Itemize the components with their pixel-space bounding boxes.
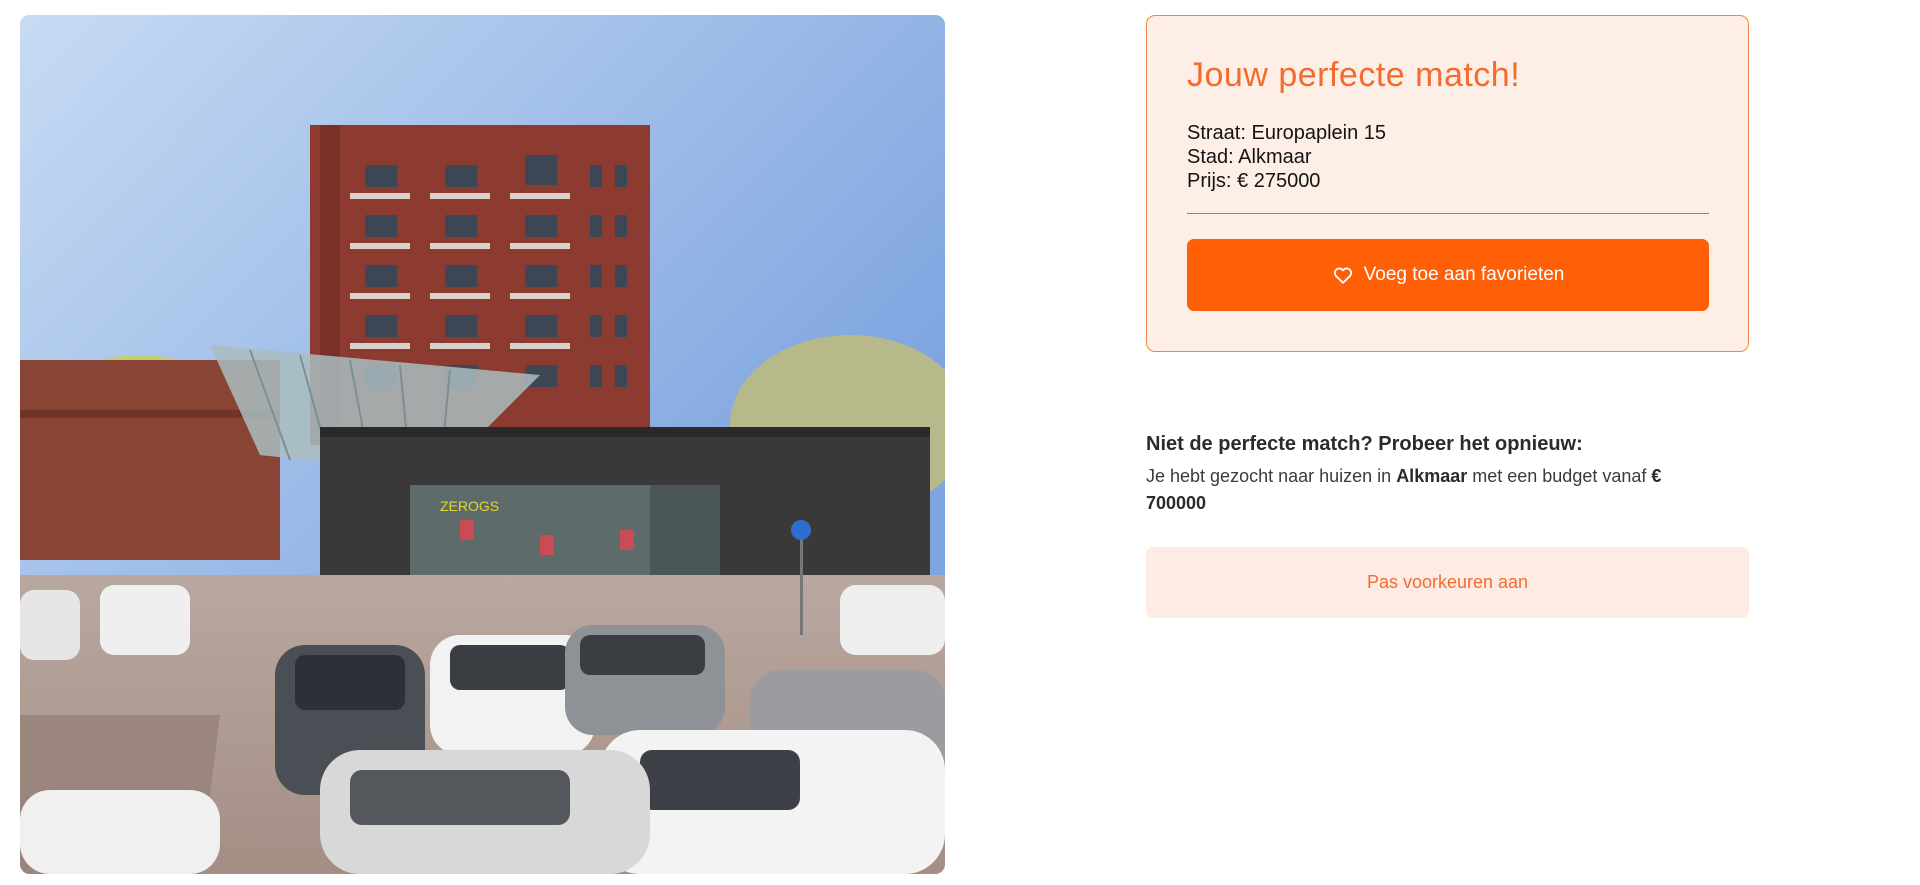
property-details: Straat: Europaplein 15 Stad: Alkmaar Pri… bbox=[1187, 121, 1386, 193]
property-photo: ZEROGS bbox=[20, 15, 945, 874]
match-title: Jouw perfecte match! bbox=[1187, 56, 1521, 94]
price-row: Prijs: € 275000 bbox=[1187, 169, 1386, 193]
price-label: Prijs: bbox=[1187, 170, 1232, 192]
add-to-favorites-button[interactable]: Voeg toe aan favorieten bbox=[1187, 239, 1709, 311]
summary-prefix: Je hebt gezocht naar huizen in bbox=[1146, 466, 1392, 486]
property-photo-illustration: ZEROGS bbox=[20, 15, 945, 874]
retry-heading: Niet de perfecte match? Probeer het opni… bbox=[1146, 433, 1583, 455]
heart-icon bbox=[1332, 264, 1354, 286]
street-value: Europaplein 15 bbox=[1251, 122, 1387, 144]
summary-middle: met een budget vanaf bbox=[1472, 466, 1647, 486]
city-label: Stad: bbox=[1187, 146, 1234, 168]
adjust-preferences-button[interactable]: Pas voorkeuren aan bbox=[1146, 547, 1749, 618]
street-row: Straat: Europaplein 15 bbox=[1187, 121, 1386, 145]
match-card: Jouw perfecte match! Straat: Europaplein… bbox=[1146, 15, 1749, 352]
city-value: Alkmaar bbox=[1238, 146, 1312, 168]
summary-city: Alkmaar bbox=[1396, 466, 1468, 486]
svg-text:ZEROGS: ZEROGS bbox=[440, 498, 499, 514]
street-label: Straat: bbox=[1187, 122, 1246, 144]
divider bbox=[1187, 213, 1709, 214]
city-row: Stad: Alkmaar bbox=[1187, 145, 1386, 169]
search-summary: Je hebt gezocht naar huizen in Alkmaar m… bbox=[1146, 463, 1726, 517]
page: ZEROGS Jouw perfecte match! Straat: Euro… bbox=[0, 0, 1920, 885]
price-value: € 275000 bbox=[1237, 170, 1321, 192]
add-to-favorites-label: Voeg toe aan favorieten bbox=[1363, 264, 1565, 285]
